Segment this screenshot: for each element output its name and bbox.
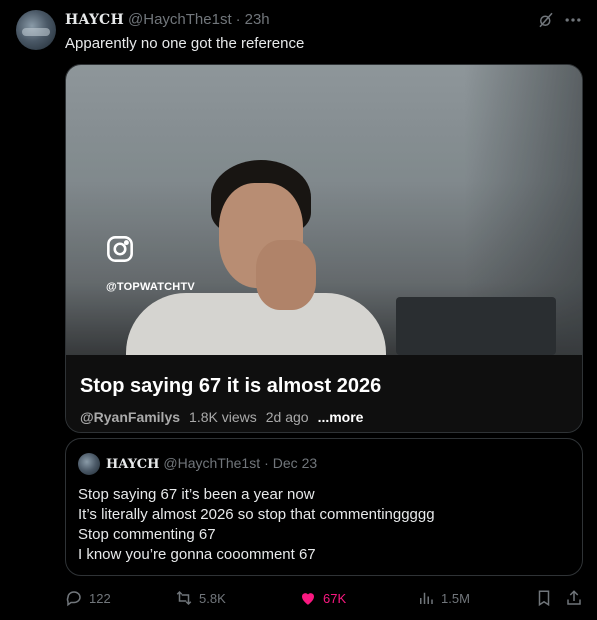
reply-button[interactable]: 122 xyxy=(65,589,111,607)
quote-line: Stop commenting 67 xyxy=(78,526,216,543)
video-overlay xyxy=(66,65,582,355)
views-icon xyxy=(420,592,433,604)
reply-icon xyxy=(66,591,81,607)
quote-header: HAYCH @HaychThe1st · Dec 23 xyxy=(106,455,317,472)
grok-icon[interactable] xyxy=(537,11,555,29)
separator-dot: · xyxy=(235,11,241,28)
tweet-header: HAYCH @HaychThe1st · 23h xyxy=(65,11,270,28)
repost-count: 5.8K xyxy=(199,590,226,606)
timestamp[interactable]: 23h xyxy=(245,11,270,28)
like-count: 67K xyxy=(323,590,347,606)
quote-avatar xyxy=(78,453,100,475)
quote-separator-dot: · xyxy=(264,455,269,471)
retweet-icon xyxy=(176,590,192,606)
quote-date: Dec 23 xyxy=(272,455,318,471)
quote-text: Stop saying 67 it’s been a year now It’s… xyxy=(78,485,435,565)
views-button[interactable]: 1.5M xyxy=(417,589,470,607)
user-handle[interactable]: @HaychThe1st xyxy=(128,11,232,28)
repost-button[interactable]: 5.8K xyxy=(175,589,226,607)
video-channel[interactable]: @RyanFamilys xyxy=(80,409,180,425)
video-age: 2d ago xyxy=(265,409,309,425)
quote-handle: @HaychThe1st xyxy=(163,455,261,471)
bookmark-icon xyxy=(538,590,550,607)
video-title[interactable]: Stop saying 67 it is almost 2026 xyxy=(80,375,381,398)
video-info[interactable]: Stop saying 67 it is almost 2026 @RyanFa… xyxy=(66,355,582,432)
quote-line: It’s literally almost 2026 so stop that … xyxy=(78,506,435,523)
like-button[interactable]: 67K xyxy=(299,589,346,607)
overlay-handle: @TOPWATCHTV xyxy=(106,281,195,293)
more-icon[interactable] xyxy=(563,10,583,30)
video-thumbnail[interactable]: @TOPWATCHTV xyxy=(66,65,582,363)
bookmark-button[interactable] xyxy=(535,589,553,607)
view-count: 1.5M xyxy=(441,590,470,606)
quoted-tweet[interactable]: HAYCH @HaychThe1st · Dec 23 Stop saying … xyxy=(65,438,583,576)
quote-display-name: HAYCH xyxy=(106,457,160,472)
instagram-icon xyxy=(107,236,133,262)
more-link[interactable]: ...more xyxy=(318,409,364,425)
action-bar: 122 5.8K 67K 1.5M xyxy=(65,589,585,609)
video-meta: @RyanFamilys 1.8K views 2d ago ...more xyxy=(80,409,363,425)
display-name[interactable]: HAYCH xyxy=(65,12,124,28)
avatar[interactable] xyxy=(16,10,56,50)
reply-count: 122 xyxy=(89,590,111,606)
video-views: 1.8K views xyxy=(189,409,257,425)
tweet[interactable]: HAYCH @HaychThe1st · 23h Apparently no o… xyxy=(0,0,597,620)
tweet-text: Apparently no one got the reference xyxy=(65,35,305,52)
heart-icon xyxy=(302,593,314,605)
share-button[interactable] xyxy=(565,589,583,607)
quote-line: Stop saying 67 it’s been a year now xyxy=(78,486,315,503)
quote-line: I know you’re gonna cooomment 67 xyxy=(78,546,316,563)
share-icon xyxy=(567,590,581,605)
video-card[interactable]: @TOPWATCHTV Stop saying 67 it is almost … xyxy=(65,64,583,433)
